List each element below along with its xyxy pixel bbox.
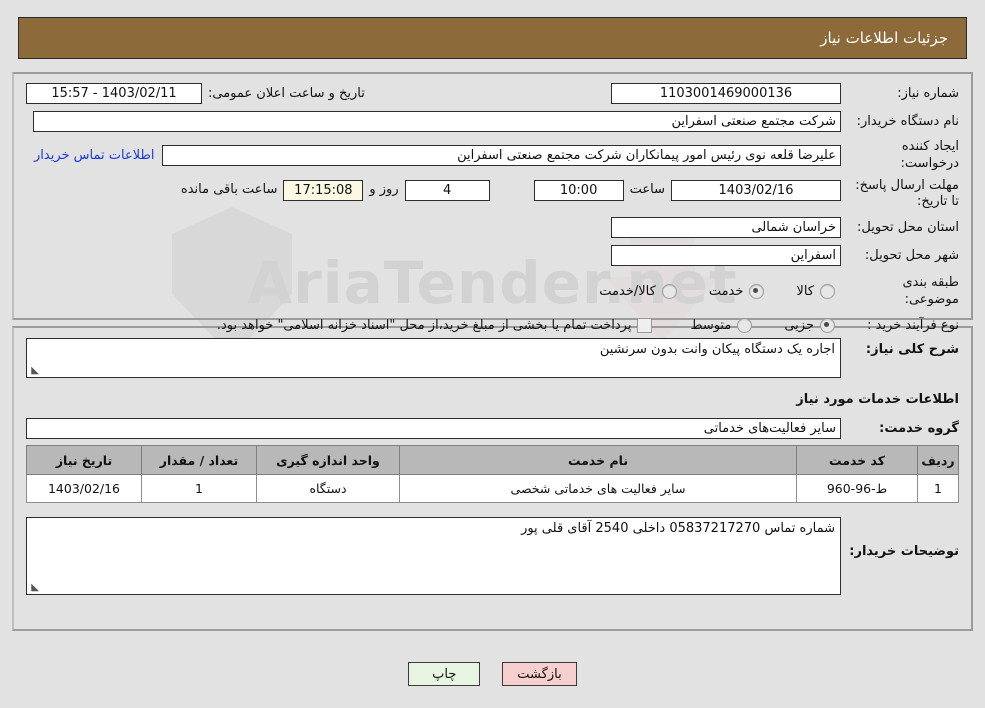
- need-details-panel: شرح کلی نیاز: اجاره یک دستگاه پیکان وانت…: [12, 326, 973, 631]
- need-summary-textarea[interactable]: اجاره یک دستگاه پیکان وانت بدون سرنشین ◣: [26, 338, 841, 378]
- cell-name: سایر فعالیت های خدماتی شخصی: [399, 474, 797, 503]
- row-request-creator: ایجاد کننده درخواست: علیرضا قلعه نوی رئی…: [26, 138, 959, 172]
- request-creator-value: علیرضا قلعه نوی رئیس امور پیمانکاران شرک…: [162, 144, 841, 166]
- radio-motevaset[interactable]: [737, 317, 753, 333]
- delivery-city-label: شهر محل تحویل:: [864, 247, 959, 263]
- announce-datetime-value: 1403/02/11 - 15:57: [26, 82, 202, 104]
- col-code: کد خدمت: [796, 445, 918, 475]
- cell-index: 1: [917, 474, 959, 503]
- buyer-contact-link[interactable]: اطلاعات تماس خریدار: [26, 148, 162, 163]
- footer-button-bar: بازگشت چاپ: [0, 662, 985, 686]
- radio-khedmat[interactable]: [749, 283, 765, 299]
- announce-datetime-label: تاریخ و ساعت اعلان عمومی:: [208, 85, 365, 101]
- cell-code: ط-96-960: [796, 474, 918, 503]
- category-option-khedmat[interactable]: خدمت: [708, 283, 771, 299]
- delivery-province-value: خراسان شمالی: [611, 216, 841, 238]
- deadline-label: مهلت ارسال پاسخ: تا تاریخ:: [855, 178, 959, 209]
- deadline-days-separator: روز و: [369, 182, 399, 197]
- row-category: طبقه بندی موضوعی: کالا خدمت کالا/خدمت: [26, 274, 959, 308]
- radio-kala[interactable]: [820, 283, 835, 299]
- page-header-bar: جزئیات اطلاعات نیاز: [18, 17, 967, 59]
- cell-need-date: 1403/02/16: [26, 474, 142, 503]
- treasury-note-group: پرداخت تمام یا بخشی از مبلغ خرید،از محل …: [216, 317, 659, 333]
- deadline-date-value: 1403/02/16: [671, 180, 841, 201]
- buyer-notes-value: شماره تماس 05837217270 داخلی 2540 آقای ق…: [521, 521, 835, 536]
- cell-quantity: 1: [141, 474, 257, 503]
- service-group-label: گروه خدمت:: [879, 420, 959, 436]
- page-title: جزئیات اطلاعات نیاز: [820, 29, 948, 47]
- purchase-option-motevaset-label: متوسط: [690, 317, 732, 333]
- category-option-kala-khedmat-label: کالا/خدمت: [599, 283, 656, 299]
- need-summary-value: اجاره یک دستگاه پیکان وانت بدون سرنشین: [599, 342, 835, 357]
- request-creator-label: ایجاد کننده درخواست:: [900, 139, 959, 171]
- resize-grip-icon-notes[interactable]: ◣: [29, 583, 39, 593]
- general-info-panel: شماره نیاز: 1103001469000136 تاریخ و ساع…: [12, 72, 973, 333]
- service-group-value: سایر فعالیت‌های خدماتی: [26, 417, 841, 439]
- radio-jozei[interactable]: [820, 317, 835, 333]
- back-button[interactable]: بازگشت: [502, 662, 577, 686]
- deadline-hour-label: ساعت: [629, 182, 665, 197]
- treasury-note-text: پرداخت تمام یا بخشی از مبلغ خرید،از محل …: [216, 317, 632, 333]
- table-row: 1 ط-96-960 سایر فعالیت های خدماتی شخصی د…: [26, 474, 959, 503]
- purchase-option-motevaset[interactable]: متوسط: [690, 317, 758, 333]
- purchase-type-label: نوع فرآیند خرید :: [867, 317, 959, 333]
- deadline-hour-value: 10:00: [533, 180, 624, 201]
- deadline-countdown-timer: 17:15:08: [283, 180, 364, 201]
- delivery-province-label: استان محل تحویل:: [857, 219, 959, 235]
- row-service-group: گروه خدمت: سایر فعالیت‌های خدماتی: [26, 417, 959, 439]
- category-option-kala[interactable]: کالا: [796, 283, 841, 299]
- col-index: ردیف: [917, 445, 959, 475]
- row-buyer-notes: توضیحات خریدار: شماره تماس 05837217270 د…: [26, 517, 959, 595]
- deadline-remaining-label: ساعت باقی مانده: [180, 182, 278, 197]
- category-option-khedmat-label: خدمت: [708, 283, 744, 299]
- row-deadline: مهلت ارسال پاسخ: تا تاریخ: 1403/02/16 سا…: [26, 178, 959, 210]
- cell-unit: دستگاه: [256, 474, 400, 503]
- buyer-org-value: شرکت مجتمع صنعتی اسفراین: [33, 110, 841, 132]
- checkbox-treasury-note[interactable]: [637, 317, 653, 333]
- category-option-kala-label: کالا: [796, 283, 814, 299]
- row-need-number: شماره نیاز: 1103001469000136 تاریخ و ساع…: [26, 82, 959, 104]
- row-delivery-city: شهر محل تحویل: اسفراین: [26, 244, 959, 266]
- category-option-kala-khedmat[interactable]: کالا/خدمت: [599, 283, 683, 299]
- delivery-city-value: اسفراین: [611, 244, 841, 266]
- buyer-org-label: نام دستگاه خریدار:: [856, 113, 959, 129]
- resize-grip-icon[interactable]: ◣: [29, 366, 39, 376]
- purchase-option-jozei[interactable]: جزیی: [784, 317, 841, 333]
- need-number-value: 1103001469000136: [611, 82, 841, 104]
- need-number-label: شماره نیاز:: [897, 85, 959, 101]
- services-section-heading: اطلاعات خدمات مورد نیاز: [796, 392, 959, 407]
- row-buyer-org: نام دستگاه خریدار: شرکت مجتمع صنعتی اسفر…: [26, 110, 959, 132]
- deadline-days-value: 4: [404, 180, 490, 201]
- col-date: تاریخ نیاز: [26, 445, 142, 475]
- buyer-notes-textarea[interactable]: شماره تماس 05837217270 داخلی 2540 آقای ق…: [26, 517, 841, 595]
- purchase-option-jozei-label: جزیی: [784, 317, 814, 333]
- services-table: ردیف کد خدمت نام خدمت واحد اندازه گیری ت…: [26, 445, 959, 503]
- table-header-row: ردیف کد خدمت نام خدمت واحد اندازه گیری ت…: [26, 445, 959, 475]
- col-unit: واحد اندازه گیری: [256, 445, 400, 475]
- col-quantity: تعداد / مقدار: [141, 445, 257, 475]
- buyer-notes-label: توضیحات خریدار:: [849, 544, 959, 559]
- radio-kala-khedmat[interactable]: [661, 283, 677, 299]
- print-button[interactable]: چاپ: [408, 662, 481, 686]
- col-name: نام خدمت: [399, 445, 797, 475]
- category-label: طبقه بندی موضوعی:: [902, 275, 960, 307]
- row-delivery-province: استان محل تحویل: خراسان شمالی: [26, 216, 959, 238]
- row-need-summary: شرح کلی نیاز: اجاره یک دستگاه پیکان وانت…: [26, 338, 959, 378]
- need-summary-label: شرح کلی نیاز:: [865, 342, 959, 357]
